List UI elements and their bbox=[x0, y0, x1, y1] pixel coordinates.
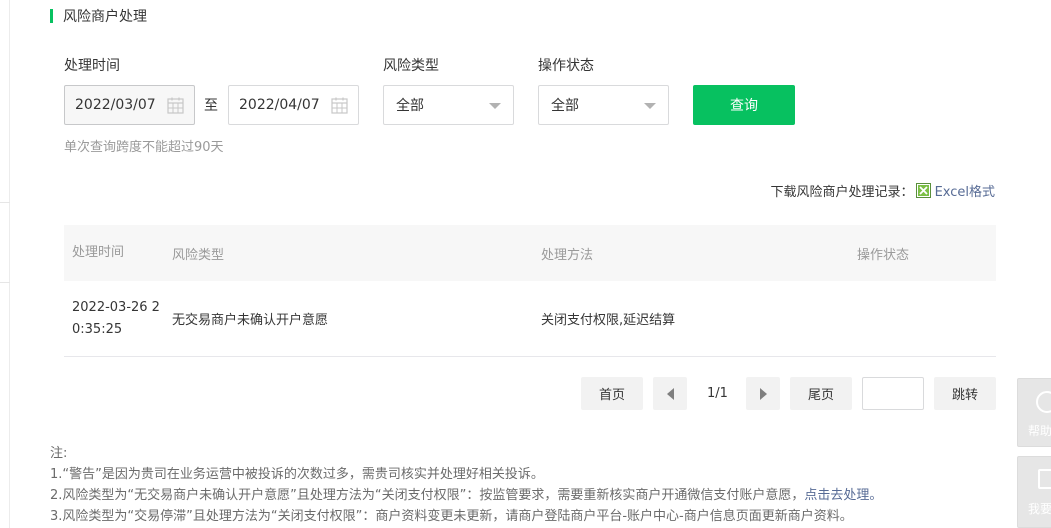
query-button[interactable]: 查询 bbox=[693, 85, 795, 125]
caret-left-icon bbox=[666, 387, 674, 400]
cell-risk-type: 无交易商户未确认开户意愿 bbox=[172, 313, 329, 328]
handle-link[interactable]: 点击去处理。 bbox=[804, 488, 882, 503]
note-2: 2.风险类型为“无交易商户未确认开户意愿”且处理方法为“关闭支付权限”：按监管要… bbox=[50, 485, 882, 506]
page-info: 1/1 bbox=[707, 386, 728, 401]
note-3: 3.风险类型为“交易停滞”且处理方法为“关闭支付权限”：商户资料变更未更新，请商… bbox=[50, 509, 853, 524]
start-date-input[interactable]: 2022/03/07 bbox=[64, 85, 195, 125]
section-title: 风险商户处理 bbox=[50, 6, 147, 26]
last-page-button[interactable]: 尾页 bbox=[790, 377, 852, 410]
cell-time: 2022-03-26 2 0:35:25 bbox=[64, 297, 164, 341]
left-nav-edge bbox=[0, 0, 10, 528]
note-2-text: 2.风险类型为“无交易商户未确认开户意愿”且处理方法为“关闭支付权限”：按监管要… bbox=[50, 488, 805, 503]
chevron-down-icon bbox=[644, 103, 656, 109]
cell-time-line1: 2022-03-26 2 bbox=[72, 299, 160, 315]
left-nav-divider bbox=[0, 202, 10, 203]
first-page-button[interactable]: 首页 bbox=[581, 377, 643, 410]
table-row: 2022-03-26 2 0:35:25 无交易商户未确认开户意愿 关闭支付权限… bbox=[64, 281, 996, 357]
risk-type-value: 全部 bbox=[396, 98, 424, 114]
cell-time-line2: 0:35:25 bbox=[72, 321, 123, 337]
start-date-value: 2022/03/07 bbox=[75, 97, 156, 113]
help-widget[interactable]: 帮助 bbox=[1017, 378, 1051, 447]
header-method: 处理方法 bbox=[541, 247, 594, 263]
download-records: 下载风险商户处理记录： Excel格式 bbox=[771, 181, 995, 200]
jump-button[interactable]: 跳转 bbox=[934, 377, 996, 410]
records-table: 处理时间 风险类型 处理方法 操作状态 2022-03-26 2 0:35:25… bbox=[64, 225, 996, 357]
cell-method: 关闭支付权限,延迟结算 bbox=[541, 313, 676, 328]
header-risk-type: 风险类型 bbox=[172, 247, 225, 263]
help-label: 帮助 bbox=[1028, 424, 1051, 438]
header-time: 处理时间 bbox=[72, 245, 125, 260]
next-page-button[interactable] bbox=[746, 377, 780, 410]
header-status: 操作状态 bbox=[857, 247, 910, 263]
page-number-input[interactable] bbox=[862, 377, 924, 410]
help-icon bbox=[1036, 391, 1051, 413]
note-1: 1.“警告”是因为贵司在业务运营中被投诉的次数过多，需贵司核实并处理好相关投诉。 bbox=[50, 467, 544, 482]
risk-type-label: 风险类型 bbox=[383, 58, 439, 74]
left-nav-divider bbox=[0, 282, 10, 283]
feedback-label: 我要 bbox=[1028, 502, 1051, 516]
status-label: 操作状态 bbox=[538, 58, 594, 74]
time-label: 处理时间 bbox=[64, 58, 120, 74]
section-title-text: 风险商户处理 bbox=[63, 9, 147, 25]
status-value: 全部 bbox=[551, 98, 579, 114]
download-label: 下载风险商户处理记录： bbox=[770, 185, 914, 200]
feedback-icon bbox=[1038, 469, 1051, 489]
title-accent-bar bbox=[50, 9, 53, 23]
excel-download-link[interactable]: Excel格式 bbox=[935, 181, 995, 200]
table-header: 处理时间 风险类型 处理方法 操作状态 bbox=[64, 225, 996, 281]
caret-right-icon bbox=[759, 387, 767, 400]
prev-page-button[interactable] bbox=[653, 377, 687, 410]
date-range-hint: 单次查询跨度不能超过90天 bbox=[64, 140, 224, 155]
end-date-input[interactable]: 2022/04/07 bbox=[228, 85, 359, 125]
excel-icon[interactable] bbox=[915, 183, 931, 198]
calendar-icon[interactable] bbox=[331, 97, 348, 114]
calendar-icon[interactable] bbox=[167, 97, 184, 114]
to-separator: 至 bbox=[204, 98, 218, 114]
notes-title: 注: bbox=[50, 446, 68, 461]
feedback-widget[interactable]: 我要 bbox=[1017, 456, 1051, 528]
status-select[interactable]: 全部 bbox=[538, 85, 669, 125]
risk-type-select[interactable]: 全部 bbox=[383, 85, 514, 125]
end-date-value: 2022/04/07 bbox=[239, 97, 320, 113]
notes: 注: 1.“警告”是因为贵司在业务运营中被投诉的次数过多，需贵司核实并处理好相关… bbox=[50, 443, 882, 527]
chevron-down-icon bbox=[489, 103, 501, 109]
